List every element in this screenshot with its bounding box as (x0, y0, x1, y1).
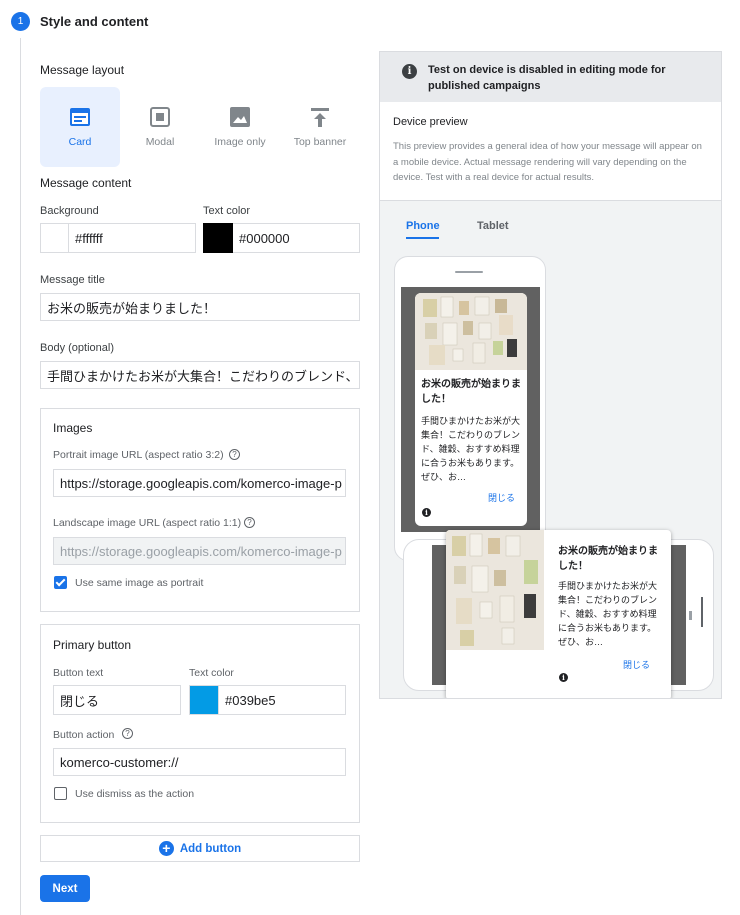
rice-product-image (415, 293, 527, 370)
text-color-label: Text color (203, 205, 251, 217)
message-title-input[interactable]: お米の販売が始まりました！ (40, 293, 360, 321)
dismiss-label: Use dismiss as the action (75, 788, 195, 800)
tab-active-indicator (406, 237, 439, 239)
modal-layout-icon (149, 106, 171, 128)
layout-option-label: Image only (214, 136, 266, 148)
next-button[interactable]: Next (40, 875, 90, 902)
step-title: Style and content (40, 14, 149, 29)
tablet-card-title: お米の販売が始まりました！ (558, 546, 658, 572)
same-image-label: Use same image as portrait (75, 577, 204, 589)
phone-card-close-button: 閉じる (487, 493, 515, 503)
text-color-swatch[interactable] (203, 223, 233, 253)
tab-tablet[interactable]: Tablet (477, 220, 509, 232)
button-action-input[interactable]: komerco-customer:// (53, 748, 346, 776)
message-title-label: Message title (40, 274, 105, 286)
device-preview-description: This preview provides a general idea of … (393, 141, 702, 183)
phone-card-info-icon: i (422, 508, 431, 517)
background-label: Background (40, 205, 99, 217)
body-label: Body (optional) (40, 342, 114, 354)
info-icon: i (402, 64, 417, 79)
button-text-input[interactable]: 閉じる (53, 685, 181, 715)
layout-option-label: Card (68, 136, 92, 148)
tablet-button (701, 597, 703, 627)
message-content-heading: Message content (40, 176, 132, 190)
portrait-url-input[interactable]: https://storage.googleapis.com/komerco-i… (53, 469, 346, 497)
landscape-url-label: Landscape image URL (aspect ratio 1:1) (53, 517, 242, 529)
button-action-help-icon[interactable]: ? (122, 728, 133, 739)
button-color-label: Text color (189, 667, 234, 679)
layout-option-label: Top banner (293, 136, 347, 148)
portrait-url-label: Portrait image URL (aspect ratio 3:2) (53, 449, 224, 461)
tablet-card-info-icon: i (559, 673, 568, 682)
phone-screen: お米の販売が始まりました！ 手間ひまかけたお米が大集合！こだわりのブレンド、雑穀… (401, 287, 540, 532)
background-color-input[interactable]: #ffffff (68, 223, 196, 253)
tab-phone[interactable]: Phone (406, 220, 440, 232)
primary-button-heading: Primary button (53, 638, 132, 652)
phone-card-body: 手間ひまかけたお米が大集合！こだわりのブレンド、雑穀、おすすめ料理に合うお米もあ… (421, 416, 521, 482)
dismiss-checkbox[interactable] (54, 787, 67, 800)
message-layout-heading: Message layout (40, 63, 125, 77)
landscape-help-icon[interactable]: ? (244, 517, 255, 528)
image-layout-icon (229, 106, 251, 128)
button-text-label: Button text (53, 667, 104, 679)
portrait-help-icon[interactable]: ? (229, 449, 240, 460)
info-banner: i Test on device is disabled in editing … (380, 52, 721, 102)
text-color-input[interactable]: #000000 (233, 223, 360, 253)
layout-option-label: Modal (145, 136, 175, 148)
device-preview-info: Device preview This preview provides a g… (380, 102, 721, 201)
phone-mockup: お米の販売が始まりました！ 手間ひまかけたお米が大集合！こだわりのブレンド、雑穀… (394, 256, 546, 561)
tablet-card-close-button: 閉じる (623, 660, 651, 670)
layout-option-modal[interactable]: Modal (120, 87, 200, 167)
phone-card-title: お米の販売が始まりました！ (421, 379, 521, 405)
tablet-message-card: お米の販売が始まりました！ 手間ひまかけたお米が大集合！こだわりのブレンド、雑穀… (446, 530, 671, 698)
layout-option-image-only[interactable]: Image only (200, 87, 280, 167)
device-preview-title: Device preview (393, 116, 468, 128)
phone-speaker (455, 271, 483, 273)
tablet-card-body: 手間ひまかけたお米が大集合！こだわりのブレンド、雑穀、おすすめ料理に合うお米もあ… (558, 581, 658, 647)
top-banner-layout-icon (309, 106, 331, 128)
background-color-swatch[interactable] (40, 223, 69, 253)
info-banner-text: Test on device is disabled in editing mo… (428, 64, 666, 92)
add-button[interactable]: + Add button (40, 835, 360, 862)
rice-product-image (446, 530, 544, 650)
phone-message-card: お米の販売が始まりました！ 手間ひまかけたお米が大集合！こだわりのブレンド、雑穀… (415, 293, 527, 526)
card-layout-icon (69, 106, 91, 128)
layout-option-card[interactable]: Card (40, 87, 120, 167)
tablet-camera (689, 611, 692, 620)
step-number-badge: 1 (11, 12, 30, 31)
add-button-label: Add button (179, 842, 242, 855)
button-action-label: Button action (53, 729, 115, 741)
device-preview-panel: i Test on device is disabled in editing … (379, 51, 722, 699)
landscape-url-input: https://storage.googleapis.com/komerco-i… (53, 537, 346, 565)
button-color-swatch[interactable] (189, 685, 219, 715)
layout-option-top-banner[interactable]: Top banner (280, 87, 360, 167)
step-connector-line (20, 38, 21, 915)
images-heading: Images (53, 421, 93, 435)
button-color-input[interactable]: #039be5 (219, 685, 346, 715)
body-input[interactable]: 手間ひまかけたお米が大集合！こだわりのブレンド、 (40, 361, 360, 389)
same-image-checkbox[interactable] (54, 576, 67, 589)
plus-icon: + (158, 841, 174, 856)
